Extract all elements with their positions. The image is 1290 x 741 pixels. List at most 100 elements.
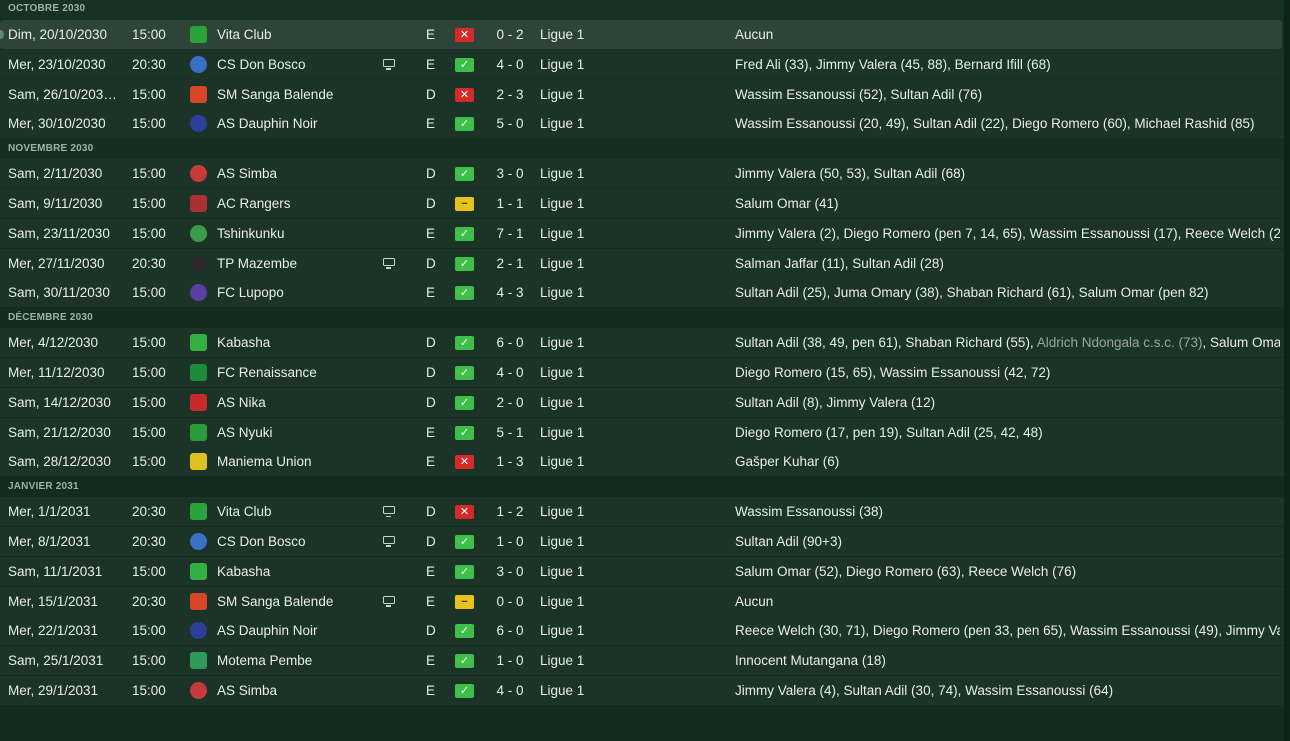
fixture-row[interactable]: Mer, 11/12/2030 15:00 FC Renaissance D ✓ 4 - …	[0, 357, 1284, 387]
competition-link[interactable]: Ligue 1	[540, 676, 620, 705]
opponent-name-link[interactable]: CS Don Bosco	[217, 527, 377, 556]
fixture-row[interactable]: Dim, 20/10/2030 15:00 Vita Club E ✕ 0 - 2 Ligu…	[0, 20, 1282, 49]
fixture-row[interactable]: Mer, 22/1/2031 15:00 AS Dauphin Noir D ✓ 6 - …	[0, 616, 1284, 646]
fixture-row[interactable]: Sam, 28/12/2030 15:00 Maniema Union E ✕ 1 - 3…	[0, 447, 1284, 477]
match-score-link[interactable]: 0 - 2	[490, 20, 530, 49]
match-score-link[interactable]: 6 - 0	[490, 616, 530, 645]
opponent-name-link[interactable]: Vita Club	[217, 497, 377, 526]
fixture-row[interactable]: Mer, 29/1/2031 15:00 AS Simba E ✓ 4 - 0 Ligue …	[0, 675, 1284, 705]
club-crest-icon[interactable]	[190, 224, 207, 242]
competition-link[interactable]: Ligue 1	[540, 278, 620, 307]
opponent-name-link[interactable]: SM Sanga Balende	[217, 587, 377, 616]
match-score-link[interactable]: 1 - 1	[490, 189, 530, 218]
match-score-link[interactable]: 1 - 3	[490, 447, 530, 476]
competition-link[interactable]: Ligue 1	[540, 418, 620, 447]
fixture-row[interactable]: Sam, 14/12/2030 15:00 AS Nika D ✓ 2 - 0 Ligue …	[0, 387, 1284, 417]
match-score-link[interactable]: 1 - 2	[490, 497, 530, 526]
opponent-name-link[interactable]: AS Simba	[217, 159, 377, 188]
club-crest-icon[interactable]	[190, 363, 207, 381]
match-score-link[interactable]: 4 - 3	[490, 278, 530, 307]
competition-link[interactable]: Ligue 1	[540, 557, 620, 586]
fixture-row[interactable]: Mer, 23/10/2030 20:30 CS Don Bosco E ✓ 4 - 0 L…	[0, 49, 1284, 79]
competition-link[interactable]: Ligue 1	[540, 109, 620, 138]
scrollbar[interactable]	[1284, 0, 1290, 741]
club-crest-icon[interactable]	[190, 592, 207, 610]
club-crest-icon[interactable]	[190, 26, 207, 43]
competition-link[interactable]: Ligue 1	[540, 447, 620, 476]
match-score-link[interactable]: 2 - 0	[490, 388, 530, 417]
opponent-name-link[interactable]: AS Nika	[217, 388, 377, 417]
club-crest-icon[interactable]	[190, 55, 207, 73]
match-score-link[interactable]: 4 - 0	[490, 358, 530, 387]
competition-link[interactable]: Ligue 1	[540, 80, 620, 109]
fixture-row[interactable]: Sam, 11/1/2031 15:00 Kabasha E ✓ 3 - 0 Ligue 1…	[0, 556, 1284, 586]
competition-link[interactable]: Ligue 1	[540, 497, 620, 526]
club-crest-icon[interactable]	[190, 503, 207, 521]
club-crest-icon[interactable]	[190, 194, 207, 212]
match-score-link[interactable]: 1 - 0	[490, 646, 530, 675]
competition-link[interactable]: Ligue 1	[540, 388, 620, 417]
opponent-name-link[interactable]: AS Nyuki	[217, 418, 377, 447]
opponent-name-link[interactable]: AS Dauphin Noir	[217, 616, 377, 645]
club-crest-icon[interactable]	[190, 532, 207, 550]
club-crest-icon[interactable]	[190, 334, 207, 352]
fixture-row[interactable]: Mer, 1/1/2031 20:30 Vita Club D ✕ 1 - 2 Ligue …	[0, 497, 1284, 527]
club-crest-icon[interactable]	[190, 284, 207, 302]
opponent-name-link[interactable]: SM Sanga Balende	[217, 80, 377, 109]
opponent-name-link[interactable]: AS Dauphin Noir	[217, 109, 377, 138]
club-crest-icon[interactable]	[190, 393, 207, 411]
fixture-row[interactable]: Mer, 8/1/2031 20:30 CS Don Bosco D ✓ 1 - 0 Lig…	[0, 526, 1284, 556]
match-score-link[interactable]: 6 - 0	[490, 328, 530, 357]
competition-link[interactable]: Ligue 1	[540, 189, 620, 218]
club-crest-icon[interactable]	[190, 115, 207, 133]
competition-link[interactable]: Ligue 1	[540, 587, 620, 616]
competition-link[interactable]: Ligue 1	[540, 249, 620, 278]
match-score-link[interactable]: 4 - 0	[490, 50, 530, 79]
competition-link[interactable]: Ligue 1	[540, 20, 620, 49]
match-score-link[interactable]: 5 - 1	[490, 418, 530, 447]
opponent-name-link[interactable]: TP Mazembe	[217, 249, 377, 278]
fixture-row[interactable]: Mer, 4/12/2030 15:00 Kabasha D ✓ 6 - 0 Ligue 1…	[0, 328, 1284, 358]
club-crest-icon[interactable]	[190, 254, 207, 272]
fixture-row[interactable]: Mer, 27/11/2030 20:30 TP Mazembe D ✓ 2 - 1 Lig…	[0, 248, 1284, 278]
opponent-name-link[interactable]: Maniema Union	[217, 447, 377, 476]
opponent-name-link[interactable]: Tshinkunku	[217, 219, 377, 248]
club-crest-icon[interactable]	[190, 85, 207, 103]
competition-link[interactable]: Ligue 1	[540, 50, 620, 79]
fixture-row[interactable]: Sam, 25/1/2031 15:00 Motema Pembe E ✓ 1 - 0 Li…	[0, 646, 1284, 676]
competition-link[interactable]: Ligue 1	[540, 159, 620, 188]
club-crest-icon[interactable]	[190, 453, 207, 471]
fixture-row[interactable]: Sam, 30/11/2030 15:00 FC Lupopo E ✓ 4 - 3 Ligu…	[0, 278, 1284, 308]
fixture-row[interactable]: Sam, 26/10/203… 15:00 SM Sanga Balende D ✕ 2 …	[0, 79, 1284, 109]
opponent-name-link[interactable]: Kabasha	[217, 328, 377, 357]
competition-link[interactable]: Ligue 1	[540, 358, 620, 387]
fixture-row[interactable]: Sam, 21/12/2030 15:00 AS Nyuki E ✓ 5 - 1 Ligue…	[0, 417, 1284, 447]
club-crest-icon[interactable]	[190, 423, 207, 441]
club-crest-icon[interactable]	[190, 681, 207, 699]
match-score-link[interactable]: 2 - 3	[490, 80, 530, 109]
match-score-link[interactable]: 3 - 0	[490, 159, 530, 188]
opponent-name-link[interactable]: AC Rangers	[217, 189, 377, 218]
opponent-name-link[interactable]: FC Lupopo	[217, 278, 377, 307]
fixture-row[interactable]: Sam, 9/11/2030 15:00 AC Rangers D − 1 - 1 Ligu…	[0, 188, 1284, 218]
match-score-link[interactable]: 7 - 1	[490, 219, 530, 248]
fixture-row[interactable]: Sam, 2/11/2030 15:00 AS Simba D ✓ 3 - 0 Ligue …	[0, 159, 1284, 189]
match-score-link[interactable]: 1 - 0	[490, 527, 530, 556]
competition-link[interactable]: Ligue 1	[540, 527, 620, 556]
competition-link[interactable]: Ligue 1	[540, 616, 620, 645]
club-crest-icon[interactable]	[190, 652, 207, 670]
fixture-row[interactable]: Sam, 23/11/2030 15:00 Tshinkunku E ✓ 7 - 1 Lig…	[0, 218, 1284, 248]
opponent-name-link[interactable]: Vita Club	[217, 20, 377, 49]
match-score-link[interactable]: 0 - 0	[490, 587, 530, 616]
match-score-link[interactable]: 2 - 1	[490, 249, 530, 278]
club-crest-icon[interactable]	[190, 562, 207, 580]
match-score-link[interactable]: 5 - 0	[490, 109, 530, 138]
opponent-name-link[interactable]: Motema Pembe	[217, 646, 377, 675]
fixture-row[interactable]: Mer, 30/10/2030 15:00 AS Dauphin Noir E ✓ 5 -…	[0, 109, 1284, 139]
opponent-name-link[interactable]: AS Simba	[217, 676, 377, 705]
club-crest-icon[interactable]	[190, 165, 207, 183]
competition-link[interactable]: Ligue 1	[540, 646, 620, 675]
fixture-row[interactable]: Mer, 15/1/2031 20:30 SM Sanga Balende E − 0 -…	[0, 586, 1284, 616]
club-crest-icon[interactable]	[190, 622, 207, 640]
opponent-name-link[interactable]: FC Renaissance	[217, 358, 377, 387]
